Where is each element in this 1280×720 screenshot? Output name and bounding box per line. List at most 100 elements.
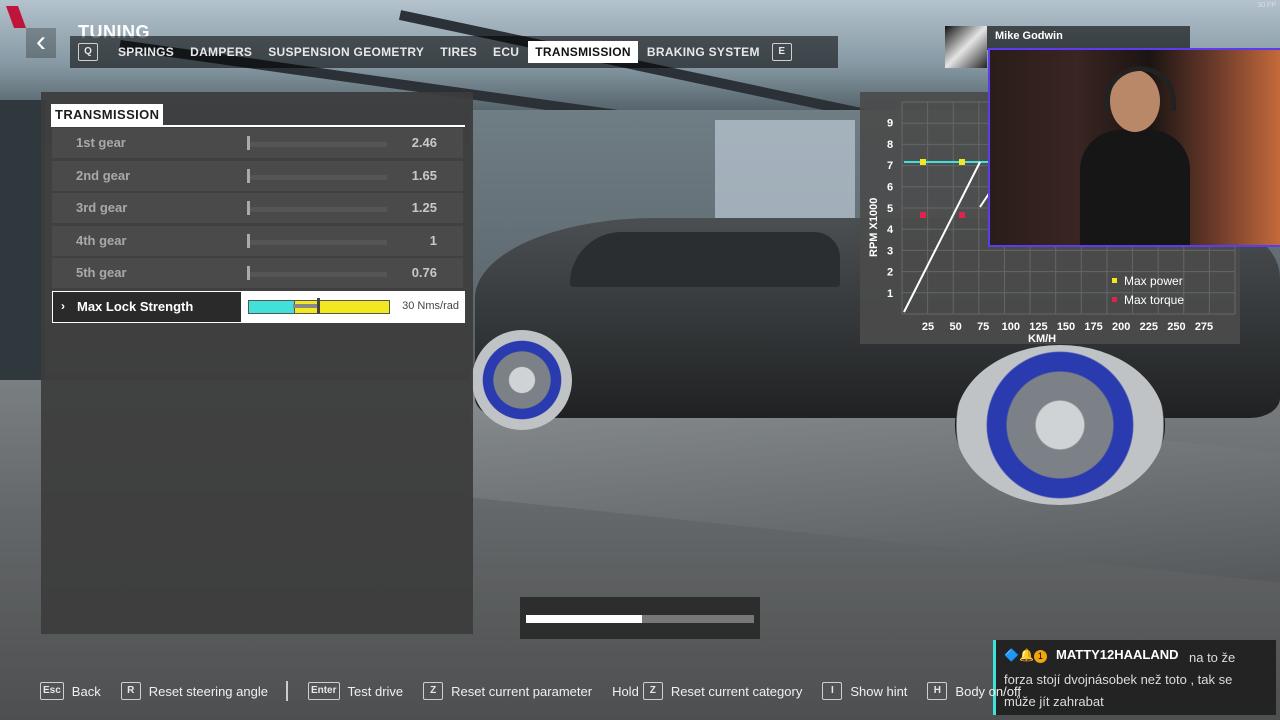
center-progress-panel	[520, 597, 760, 639]
x-tick-label: 25	[922, 321, 934, 333]
gear-curve	[903, 161, 981, 313]
chat-message: na to že forza stojí dvojnásobek než tot…	[993, 640, 1276, 715]
prev-tab-key[interactable]: Q	[78, 43, 98, 61]
y-tick-label: 8	[887, 139, 893, 151]
selected-chevron-icon: ›	[61, 299, 65, 313]
garage-left-wall	[0, 100, 45, 390]
chat-badges: 🔷🔔 1	[1004, 648, 1047, 663]
gear-row-1[interactable]: 1st gear 2.46	[52, 128, 463, 158]
lock-strength-slider-knob[interactable]	[317, 298, 320, 314]
panel-header: TRANSMISSION	[51, 104, 465, 127]
tab-tires[interactable]: TIRES	[433, 41, 484, 63]
torque-marker	[959, 212, 965, 218]
control-hints: Esc Back R Reset steering angle Enter Te…	[40, 680, 1041, 702]
y-tick-label: 6	[887, 182, 893, 194]
max-lock-strength-label: Max Lock Strength	[77, 299, 194, 314]
gear-slider-track[interactable]	[247, 142, 387, 147]
y-tick-label: 1	[887, 288, 893, 300]
back-arrow-button[interactable]: ‹	[26, 27, 56, 58]
streamer-webcam	[988, 48, 1280, 247]
x-tick-label: 100	[1002, 321, 1020, 333]
gear-row-2[interactable]: 2nd gear 1.65	[52, 161, 463, 191]
hint-divider	[285, 681, 288, 701]
gear-value: 0.76	[411, 265, 437, 280]
torque-marker	[920, 212, 926, 218]
power-marker	[920, 159, 926, 165]
hint-body-toggle[interactable]: H Body on/off	[927, 682, 1021, 700]
gear-slider-knob[interactable]	[247, 266, 250, 280]
badge-icon: 1	[1033, 650, 1047, 663]
streamer-figure	[1080, 66, 1190, 245]
fps-counter: 30 FP	[1257, 2, 1276, 9]
gear-value: 2.46	[411, 135, 437, 150]
badge-icon: 🔷	[1004, 648, 1019, 662]
gear-slider-knob[interactable]	[247, 234, 250, 248]
key-h: H	[927, 682, 948, 700]
hint-label: Show hint	[850, 683, 908, 699]
gear-label: 3rd gear	[76, 200, 128, 215]
tuning-tabs: Q SPRINGS DAMPERS SUSPENSION GEOMETRY TI…	[70, 36, 838, 68]
gear-label: 5th gear	[76, 265, 127, 280]
key-r: R	[120, 682, 141, 700]
gear-slider-track[interactable]	[247, 240, 387, 245]
y-tick-label: 9	[887, 118, 893, 130]
y-axis-label: RPM X1000	[868, 198, 880, 257]
gear-slider-track[interactable]	[247, 175, 387, 180]
hint-show-hint[interactable]: I Show hint	[822, 682, 907, 700]
transmission-panel: TRANSMISSION 1st gear 2.46 2nd gear 1.65…	[41, 92, 473, 634]
hint-reset-steering[interactable]: R Reset steering angle	[120, 682, 268, 700]
rear-wheel	[955, 345, 1165, 505]
tab-springs[interactable]: SPRINGS	[111, 41, 181, 63]
legend-torque-label: Max torque	[1124, 293, 1184, 307]
tab-braking-system[interactable]: BRAKING SYSTEM	[640, 41, 767, 63]
streamer-avatar	[945, 26, 987, 68]
y-tick-label: 4	[887, 224, 894, 236]
power-marker	[959, 159, 965, 165]
gear-row-4[interactable]: 4th gear 1	[52, 226, 463, 256]
x-tick-label: 150	[1057, 321, 1075, 333]
x-tick-label: 125	[1029, 321, 1047, 333]
hint-back[interactable]: Esc Back	[40, 682, 101, 700]
gear-row-5[interactable]: 5th gear 0.76	[52, 258, 463, 288]
legend-power-label: Max power	[1124, 274, 1183, 288]
gear-slider-track[interactable]	[247, 272, 387, 277]
x-tick-label: 200	[1112, 321, 1130, 333]
streamer-torso	[1080, 130, 1190, 245]
gear-row-3[interactable]: 3rd gear 1.25	[52, 193, 463, 223]
x-tick-label: 250	[1167, 321, 1185, 333]
gear-value: 1.25	[411, 200, 437, 215]
hint-prefix: Hold	[612, 683, 639, 699]
key-z: Z	[642, 682, 663, 700]
hint-label: Back	[71, 683, 101, 699]
tab-transmission[interactable]: TRANSMISSION	[528, 41, 638, 63]
tab-suspension-geometry[interactable]: SUSPENSION GEOMETRY	[261, 41, 431, 63]
next-tab-key[interactable]: E	[771, 43, 792, 61]
gear-label: 2nd gear	[76, 168, 131, 183]
gear-slider-knob[interactable]	[247, 136, 250, 150]
lock-strength-slider-range	[293, 304, 317, 308]
y-tick-label: 7	[887, 160, 893, 172]
hint-reset-category[interactable]: Hold Z Reset current category	[612, 682, 802, 700]
headset-icon	[1104, 66, 1176, 111]
x-tick-label: 50	[949, 321, 961, 333]
max-lock-strength-row[interactable]: › Max Lock Strength 30 Nms/rad	[52, 291, 465, 323]
tab-ecu[interactable]: ECU	[486, 41, 526, 63]
y-tick-label: 2	[887, 267, 893, 279]
lock-strength-slider-fill	[248, 300, 295, 314]
gear-slider-knob[interactable]	[247, 201, 250, 215]
key-enter: Enter	[307, 682, 340, 700]
legend-torque-swatch	[1112, 297, 1117, 302]
chat-username: MATTY12HAALAND	[1056, 647, 1179, 662]
center-progress-fill	[526, 615, 643, 623]
tab-dampers[interactable]: DAMPERS	[183, 41, 259, 63]
hint-test-drive[interactable]: Enter Test drive	[307, 682, 403, 700]
gear-value: 1.65	[411, 168, 437, 183]
gear-slider-knob[interactable]	[247, 169, 250, 183]
gear-value: 1	[429, 233, 437, 248]
key-i: I	[822, 682, 843, 700]
x-tick-label: 175	[1084, 321, 1102, 333]
hint-reset-parameter[interactable]: Z Reset current parameter	[423, 682, 592, 700]
max-lock-strength-value: 30 Nms/rad	[402, 300, 459, 312]
gear-slider-track[interactable]	[247, 207, 387, 212]
badge-icon: 🔔	[1018, 648, 1034, 662]
